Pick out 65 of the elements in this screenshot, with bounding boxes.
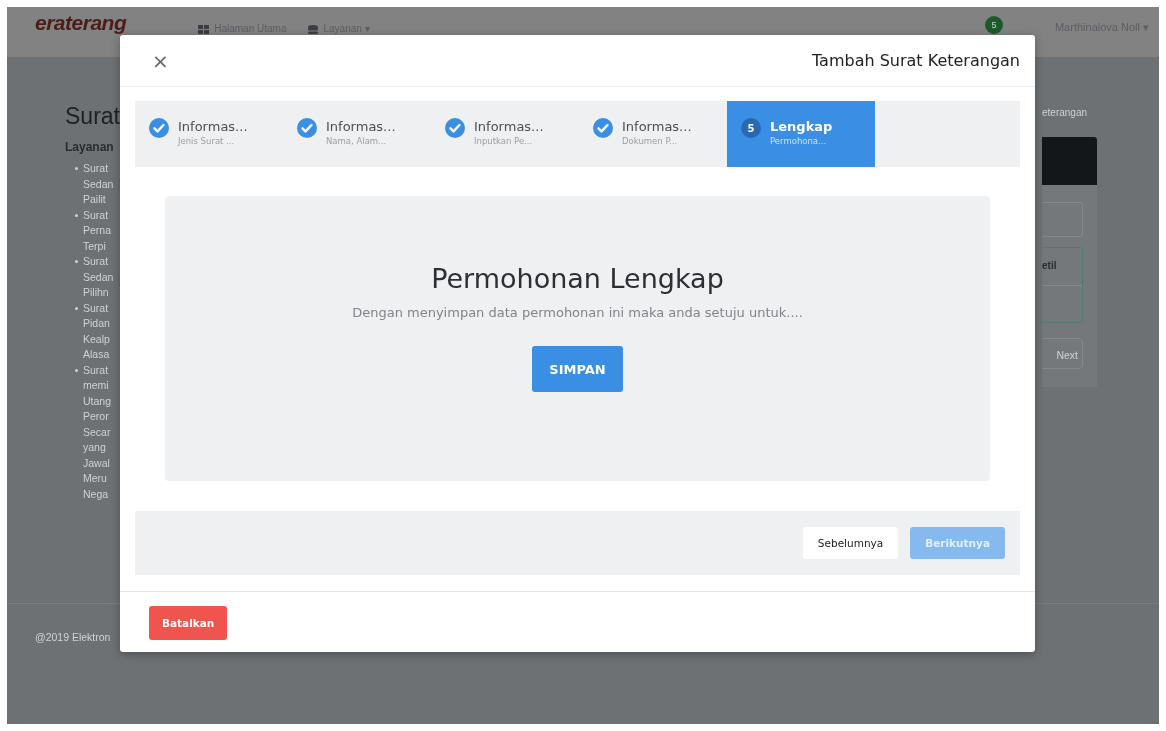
cancel-button[interactable]: Batalkan [149,605,228,640]
step-subtitle: Inputkan Pe... [474,135,534,147]
sidebar-item-text: Jawal [83,455,111,471]
sidebar-item-text: yang [83,440,107,455]
content-heading: Permohonan Lengkap [431,262,724,296]
sidebar-item-text: Peror [83,409,110,424]
modal-title: Tambah Surat Keterangan [811,51,1020,70]
previous-button[interactable]: Sebelumnya [802,527,899,559]
step-title: Informas... [622,118,692,135]
sidebar-item-text: Surat [83,300,110,316]
logo[interactable]: eraterang [35,12,127,34]
step-title: Informas... [326,118,396,135]
sidebar-item-text: Terpi [83,238,107,254]
step-title: Informas... [178,118,248,135]
check-icon [593,118,613,138]
sidebar-item-text: Meru [83,471,108,486]
sidebar-item-text: Kealp [83,331,110,347]
check-icon [297,118,317,138]
sidebar-item-text: Surat [83,254,110,269]
sidebar-item-text: Pailit [83,192,107,207]
step-number: 5 [741,118,761,138]
wizard-step[interactable]: 5 Lengkap Permohona... [727,101,875,167]
next-button[interactable]: Next [1042,338,1083,369]
bullet-icon [75,213,78,217]
check-icon [149,118,169,138]
close-button[interactable]: × [148,48,173,73]
sidebar-item-text: Nega [83,486,110,502]
grid-icon [198,24,210,34]
breadcrumb-text: eterangan [1042,107,1089,119]
sidebar-item-text: Alasa [83,347,110,362]
wizard-step[interactable]: Informas... Nama, Alam... [283,101,431,167]
step-title: Lengkap [770,118,833,135]
sidebar-item-text: Surat [83,362,110,378]
step-subtitle: Nama, Alam... [326,135,388,147]
page-title: Surat [65,102,120,131]
notification-badge[interactable]: 5 [984,15,1003,34]
sidebar-item-text: Pilihn [83,285,110,300]
bullet-icon [75,167,78,170]
bullet-icon [75,260,78,263]
database-icon [308,24,319,34]
step-title: Informas... [474,118,544,135]
card-header [1042,137,1097,185]
sidebar-item-text: Sedan [83,176,114,192]
sidebar-item-text: Sedan [83,269,114,285]
sidebar-item-text: memi [83,378,110,393]
step-subtitle: Jenis Surat ... [178,135,236,147]
sidebar-heading: Layanan [65,139,114,155]
input-field[interactable] [1042,202,1083,237]
sidebar-item-text: Utang [83,393,112,409]
sidebar-item-text: Perna [83,223,112,238]
wizard-step[interactable]: Informas... Dokumen P... [579,101,727,167]
bullet-icon [75,368,78,372]
content-message: Dengan menyimpan data permohonan ini maka anda setuju untuk.... [352,304,803,322]
sidebar-item-text: Surat [83,207,110,223]
bullet-icon [75,306,78,310]
step-subtitle: Dokumen P... [622,135,679,147]
sidebar-item-text: Secar [83,424,112,440]
panel-label: etil [1042,248,1082,286]
save-button[interactable]: SIMPAN [532,346,623,392]
step-subtitle: Permohona... [770,135,828,147]
sidebar-item-text: Surat [83,161,110,176]
wizard-step[interactable]: Informas... Jenis Surat ... [135,101,283,167]
sidebar-item-text: Pidan [83,316,110,331]
check-icon [445,118,465,138]
wizard-step[interactable]: Informas... Inputkan Pe... [431,101,579,167]
